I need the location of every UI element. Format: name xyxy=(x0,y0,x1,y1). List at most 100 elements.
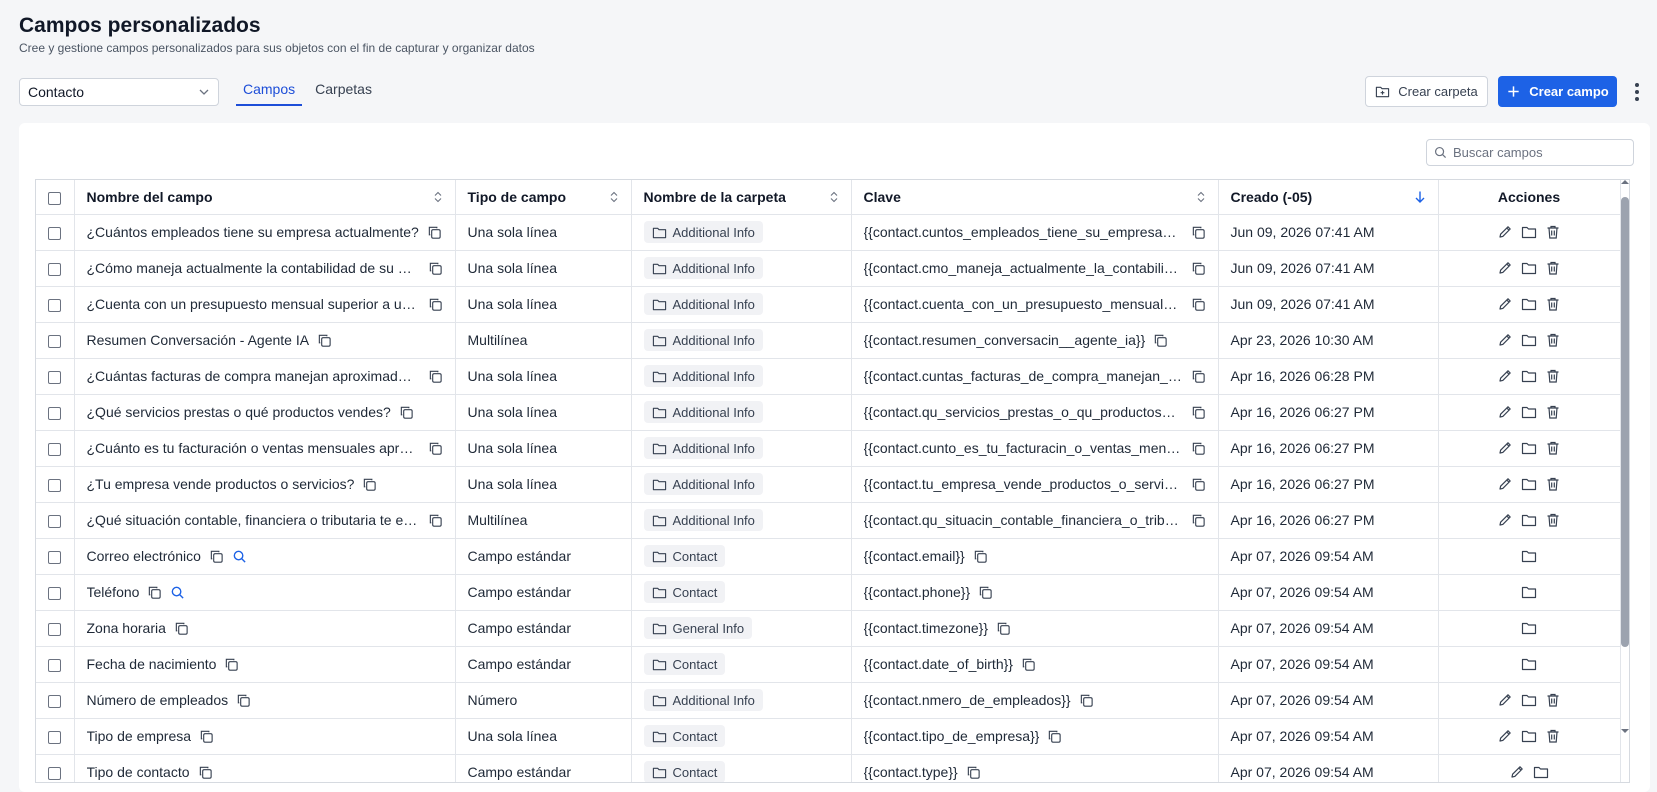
copy-icon[interactable] xyxy=(198,765,213,780)
trash-icon[interactable] xyxy=(1545,692,1561,708)
row-checkbox[interactable] xyxy=(48,694,62,708)
copy-icon[interactable] xyxy=(427,225,442,240)
scrollbar-thumb[interactable] xyxy=(1621,197,1629,647)
copy-icon[interactable] xyxy=(428,513,443,528)
row-checkbox[interactable] xyxy=(48,334,62,348)
folder-icon[interactable] xyxy=(1521,332,1537,348)
row-checkbox[interactable] xyxy=(48,622,62,636)
more-options-icon[interactable] xyxy=(1630,79,1644,105)
folder-icon[interactable] xyxy=(1521,620,1537,636)
edit-icon[interactable] xyxy=(1497,728,1513,744)
folder-icon[interactable] xyxy=(1521,260,1537,276)
edit-icon[interactable] xyxy=(1497,296,1513,312)
copy-icon[interactable] xyxy=(1191,405,1206,420)
search-icon[interactable] xyxy=(232,549,247,564)
copy-icon[interactable] xyxy=(1191,369,1206,384)
sort-icon[interactable] xyxy=(433,191,443,203)
row-checkbox[interactable] xyxy=(48,442,62,456)
copy-icon[interactable] xyxy=(428,261,443,276)
copy-icon[interactable] xyxy=(399,405,414,420)
copy-icon[interactable] xyxy=(428,369,443,384)
folder-icon[interactable] xyxy=(1521,656,1537,672)
sort-icon[interactable] xyxy=(1196,191,1206,203)
copy-icon[interactable] xyxy=(147,585,162,600)
row-checkbox[interactable] xyxy=(48,514,62,528)
row-checkbox[interactable] xyxy=(48,262,62,276)
row-checkbox[interactable] xyxy=(48,226,62,240)
row-checkbox[interactable] xyxy=(48,730,62,744)
search-icon[interactable] xyxy=(170,585,185,600)
edit-icon[interactable] xyxy=(1497,476,1513,492)
row-checkbox[interactable] xyxy=(48,370,62,384)
sort-icon[interactable] xyxy=(829,191,839,203)
search-input[interactable] xyxy=(1453,145,1623,160)
edit-icon[interactable] xyxy=(1497,368,1513,384)
folder-icon[interactable] xyxy=(1521,692,1537,708)
copy-icon[interactable] xyxy=(1191,261,1206,276)
edit-icon[interactable] xyxy=(1497,692,1513,708)
trash-icon[interactable] xyxy=(1545,332,1561,348)
copy-icon[interactable] xyxy=(174,621,189,636)
folder-icon[interactable] xyxy=(1521,476,1537,492)
folder-icon[interactable] xyxy=(1533,764,1549,780)
folder-icon[interactable] xyxy=(1521,368,1537,384)
trash-icon[interactable] xyxy=(1545,296,1561,312)
copy-icon[interactable] xyxy=(973,549,988,564)
trash-icon[interactable] xyxy=(1545,368,1561,384)
copy-icon[interactable] xyxy=(428,441,443,456)
scroll-up-icon[interactable] xyxy=(1620,178,1630,186)
trash-icon[interactable] xyxy=(1545,728,1561,744)
edit-icon[interactable] xyxy=(1497,224,1513,240)
trash-icon[interactable] xyxy=(1545,260,1561,276)
arrow-down-icon[interactable] xyxy=(1414,190,1426,204)
row-checkbox[interactable] xyxy=(48,658,62,672)
folder-icon[interactable] xyxy=(1521,728,1537,744)
copy-icon[interactable] xyxy=(236,693,251,708)
copy-icon[interactable] xyxy=(978,585,993,600)
row-checkbox[interactable] xyxy=(48,766,62,780)
edit-icon[interactable] xyxy=(1497,332,1513,348)
trash-icon[interactable] xyxy=(1545,224,1561,240)
sort-icon[interactable] xyxy=(609,191,619,203)
copy-icon[interactable] xyxy=(1191,225,1206,240)
folder-icon[interactable] xyxy=(1521,440,1537,456)
copy-icon[interactable] xyxy=(1191,441,1206,456)
folder-icon[interactable] xyxy=(1521,296,1537,312)
folder-icon[interactable] xyxy=(1521,584,1537,600)
select-all-checkbox[interactable] xyxy=(48,191,62,205)
row-checkbox[interactable] xyxy=(48,406,62,420)
trash-icon[interactable] xyxy=(1545,512,1561,528)
folder-icon[interactable] xyxy=(1521,512,1537,528)
tab-carpetas[interactable]: Carpetas xyxy=(308,78,379,106)
copy-icon[interactable] xyxy=(996,621,1011,636)
column-header-key[interactable]: Clave xyxy=(851,180,1219,215)
create-folder-button[interactable]: Crear carpeta xyxy=(1365,76,1488,107)
copy-icon[interactable] xyxy=(209,549,224,564)
column-header-type[interactable]: Tipo de campo xyxy=(455,180,632,215)
row-checkbox[interactable] xyxy=(48,478,62,492)
row-checkbox[interactable] xyxy=(48,298,62,312)
copy-icon[interactable] xyxy=(362,477,377,492)
column-header-name[interactable]: Nombre del campo xyxy=(74,180,456,215)
column-header-folder[interactable]: Nombre de la carpeta xyxy=(631,180,852,215)
copy-icon[interactable] xyxy=(1191,297,1206,312)
scroll-down-icon[interactable] xyxy=(1620,727,1630,735)
copy-icon[interactable] xyxy=(1079,693,1094,708)
tab-campos[interactable]: Campos xyxy=(236,78,303,106)
trash-icon[interactable] xyxy=(1545,440,1561,456)
copy-icon[interactable] xyxy=(1021,657,1036,672)
folder-icon[interactable] xyxy=(1521,548,1537,564)
copy-icon[interactable] xyxy=(966,765,981,780)
copy-icon[interactable] xyxy=(1153,333,1168,348)
copy-icon[interactable] xyxy=(1047,729,1062,744)
table-scrollbar[interactable] xyxy=(1620,180,1630,783)
copy-icon[interactable] xyxy=(1191,477,1206,492)
edit-icon[interactable] xyxy=(1497,440,1513,456)
column-header-created[interactable]: Creado (-05) xyxy=(1218,180,1439,215)
edit-icon[interactable] xyxy=(1509,764,1525,780)
create-field-button[interactable]: Crear campo xyxy=(1498,76,1617,107)
copy-icon[interactable] xyxy=(224,657,239,672)
copy-icon[interactable] xyxy=(1191,513,1206,528)
folder-icon[interactable] xyxy=(1521,224,1537,240)
row-checkbox[interactable] xyxy=(48,586,62,600)
